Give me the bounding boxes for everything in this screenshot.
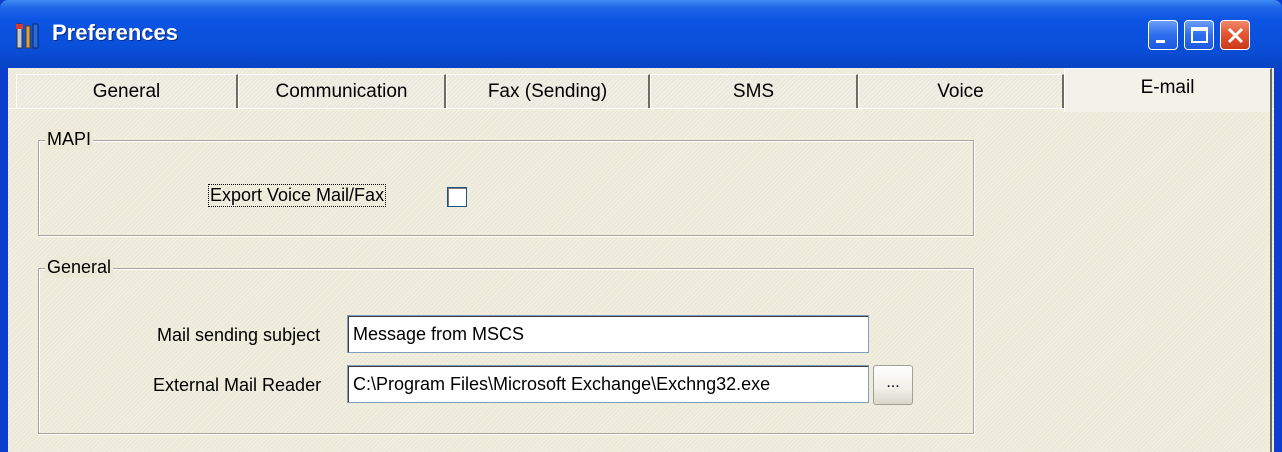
tab-label: Communication	[275, 80, 408, 102]
tab-strip: General Communication Fax (Sending) SMS …	[8, 68, 1274, 112]
export-voice-mail-fax-label[interactable]: Export Voice Mail/Fax	[207, 184, 387, 207]
tab-label: E-mail	[1140, 77, 1195, 98]
general-group-title: General	[45, 257, 114, 278]
export-voice-mail-fax-checkbox[interactable]	[447, 187, 467, 207]
minimize-button[interactable]	[1148, 20, 1178, 50]
browse-button[interactable]: ...	[873, 365, 913, 405]
tab-label: General	[92, 80, 161, 102]
tab-sms[interactable]: SMS	[650, 74, 858, 108]
external-mail-reader-label: External Mail Reader	[153, 375, 322, 395]
title-bar[interactable]: Preferences	[0, 0, 1282, 68]
tab-label: Voice	[937, 80, 984, 102]
tab-email[interactable]: E-mail	[1064, 68, 1272, 112]
preferences-window: Preferences General Communication Fax (S…	[0, 0, 1282, 452]
window-title: Preferences	[52, 20, 178, 45]
panel-border	[1270, 108, 1272, 452]
tab-fax-sending[interactable]: Fax (Sending)	[446, 74, 650, 108]
general-groupbox: General Mail sending subject Message fro…	[38, 257, 974, 434]
tab-communication[interactable]: Communication	[238, 74, 446, 108]
tab-label: Fax (Sending)	[487, 80, 608, 102]
mapi-groupbox: MAPI Export Voice Mail/Fax	[38, 129, 974, 236]
mapi-group-title: MAPI	[45, 129, 94, 150]
tab-general[interactable]: General	[16, 74, 238, 108]
tab-voice[interactable]: Voice	[858, 74, 1064, 108]
mail-subject-label: Mail sending subject	[157, 325, 321, 345]
external-mail-reader-input[interactable]: C:\Program Files\Microsoft Exchange\Exch…	[347, 365, 869, 403]
close-button[interactable]	[1220, 20, 1250, 50]
mail-subject-input[interactable]: Message from MSCS	[347, 315, 869, 353]
tools-icon	[14, 22, 40, 50]
maximize-button[interactable]	[1184, 20, 1214, 50]
tab-label: SMS	[732, 80, 775, 102]
client-area: General Communication Fax (Sending) SMS …	[8, 68, 1274, 452]
